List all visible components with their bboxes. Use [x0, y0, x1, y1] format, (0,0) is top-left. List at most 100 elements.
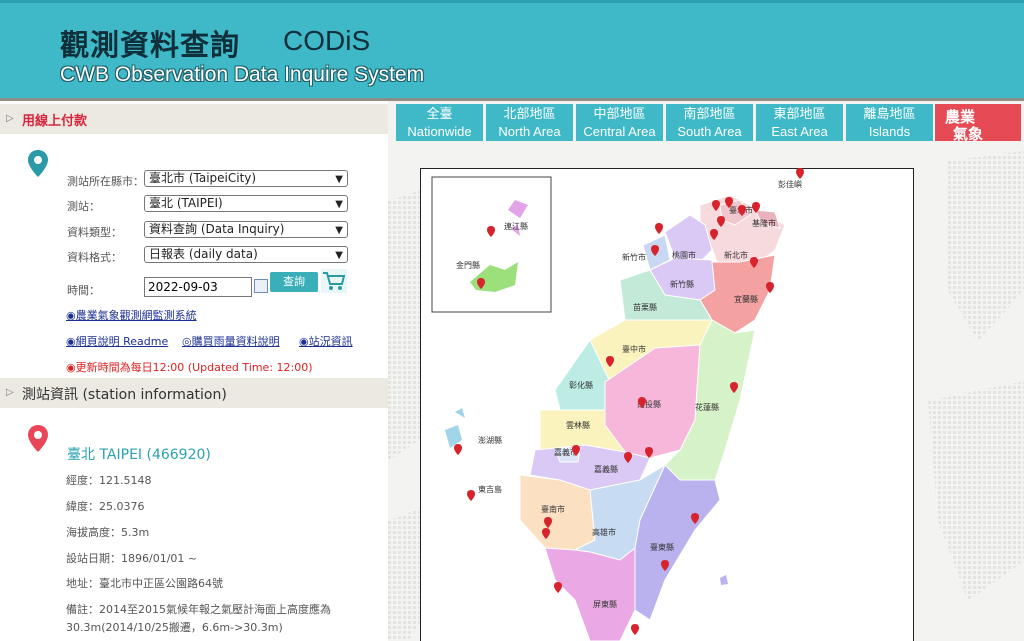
data-type-select[interactable]: 資料查詢 (Data Inquiry) ▼ — [144, 221, 348, 238]
label-kinmen: 金門縣 — [456, 260, 480, 270]
location-pin-icon — [28, 425, 48, 452]
station-marker[interactable] — [796, 168, 804, 179]
readme-link[interactable]: ◉網頁說明 Readme — [66, 333, 168, 349]
station-remark-1: 備註：2014至2015氣候年報之氣壓計海面上高度應為 — [66, 603, 331, 616]
tab-central-en: Central Area — [583, 124, 656, 139]
tab-islands-en: Islands — [868, 124, 911, 139]
label-changhua: 彰化縣 — [569, 380, 593, 390]
tab-east-area[interactable]: 東部地區 East Area — [756, 104, 843, 141]
title-codis: CODiS — [283, 25, 371, 56]
station-marker[interactable] — [487, 226, 495, 237]
section-header-station-info[interactable]: ▷ 測站資訊 (station information) — [0, 378, 388, 408]
station-select-value: 臺北 (TAIPEI) — [149, 196, 223, 210]
section-header-payment[interactable]: ▷ 用線上付款 — [0, 104, 388, 134]
time-label: 時間： — [67, 284, 100, 297]
data-type-label: 資料類型： — [67, 226, 122, 239]
chevron-down-icon: ▼ — [335, 199, 343, 210]
tab-south-en: South Area — [677, 124, 742, 139]
label-yilan: 宜蘭縣 — [734, 294, 758, 304]
label-yunlin: 雲林縣 — [566, 420, 590, 430]
tab-islands[interactable]: 離島地區 Islands — [846, 104, 933, 141]
label-kaohsiung: 高雄市 — [592, 527, 616, 537]
label-new-taipei: 新北市 — [724, 250, 748, 260]
agri-label-2: 氣象 — [953, 125, 984, 143]
label-penghu: 澎湖縣 — [478, 435, 502, 445]
tab-central-area[interactable]: 中部地區 Central Area — [576, 104, 663, 141]
triangle-right-icon: ▷ — [6, 387, 14, 398]
station-marker[interactable] — [631, 624, 639, 635]
title-english: CWB Observation Data Inquire System — [60, 63, 425, 86]
chevron-down-icon: ▼ — [335, 225, 343, 236]
tab-central-zh: 中部地區 — [593, 107, 646, 122]
county-penghu — [445, 408, 465, 448]
taiwan-county-map: 彭佳嶼 基隆市 臺北市 新北市 桃園市 新竹市 新竹縣 宜蘭縣 苗栗縣 臺中市 … — [431, 168, 804, 641]
tab-nationwide-en: Nationwide — [407, 124, 472, 139]
county-pingtung — [544, 546, 636, 641]
county-select[interactable]: 臺北市 (TaipeiCity) ▼ — [144, 170, 348, 187]
tab-east-zh: 東部地區 — [773, 107, 826, 122]
chevron-down-icon: ▼ — [335, 250, 343, 261]
chevron-down-icon: ▼ — [335, 174, 343, 185]
county-label: 測站所在縣市： — [67, 175, 144, 188]
tab-south-area[interactable]: 南部地區 South Area — [666, 104, 753, 141]
shopping-cart-icon[interactable] — [321, 269, 347, 293]
rainfall-purchase-link[interactable]: ◎購買雨量資料說明 — [182, 333, 280, 349]
label-taoyuan: 桃園市 — [672, 250, 696, 260]
station-established: 設站日期：1896/01/01 ~ — [66, 552, 198, 565]
section-title-station-info: 測站資訊 (station information) — [22, 387, 227, 403]
label-taichung: 臺中市 — [622, 344, 646, 354]
label-miaoli: 苗栗縣 — [633, 302, 657, 312]
label-keelung: 基隆市 — [752, 218, 776, 228]
label-pingtung: 屏東縣 — [593, 599, 617, 609]
tab-north-area[interactable]: 北部地區 North Area — [486, 104, 573, 141]
label-lienchiang: 連江縣 — [504, 221, 528, 231]
station-altitude: 海拔高度：5.3m — [66, 526, 150, 539]
label-hsinchu-county: 新竹縣 — [670, 279, 694, 289]
tab-nationwide-zh: 全臺 — [426, 107, 453, 122]
tab-north-zh: 北部地區 — [503, 107, 556, 122]
station-label: 測站： — [67, 200, 100, 213]
station-remark-2: 30.3m(2014/10/25搬遷，6.6m->30.3m) — [66, 621, 283, 634]
label-hsinchu-city: 新竹市 — [622, 252, 646, 262]
label-hualien: 花蓮縣 — [695, 402, 719, 412]
label-taitung: 臺東縣 — [650, 542, 674, 552]
page-header: 觀測資料查詢 CODiS CWB Observation Data Inquir… — [0, 0, 1024, 101]
station-status-link[interactable]: ◉站況資訊 — [299, 333, 353, 349]
station-select[interactable]: 臺北 (TAIPEI) ▼ — [144, 195, 348, 212]
title-chinese: 觀測資料查詢 — [60, 28, 241, 62]
data-type-select-value: 資料查詢 (Data Inquiry) — [149, 222, 285, 236]
county-select-value: 臺北市 (TaipeiCity) — [149, 171, 257, 185]
tab-islands-zh: 離島地區 — [863, 107, 916, 122]
tab-north-en: North Area — [498, 124, 561, 139]
tab-east-en: East Area — [771, 124, 828, 139]
left-panel: ▷ 用線上付款 測站所在縣市： 臺北市 (TaipeiCity) ▼ 測站： 臺… — [0, 101, 388, 641]
agri-network-link[interactable]: ◉農業氣象觀測網監測系統 — [66, 307, 197, 323]
query-button[interactable]: 查詢 — [270, 272, 318, 292]
label-dongji: 東吉島 — [478, 484, 502, 494]
station-marker[interactable] — [655, 223, 663, 234]
tab-south-zh: 南部地區 — [683, 107, 736, 122]
label-chiayi-county: 嘉義縣 — [594, 464, 618, 474]
station-longitude: 經度：121.5148 — [66, 474, 152, 487]
section-title-payment: 用線上付款 — [22, 114, 88, 129]
station-address: 地址：臺北市中正區公園路64號 — [66, 577, 223, 590]
data-format-label: 資料格式： — [67, 251, 122, 264]
date-input[interactable]: 2022-09-03 — [144, 277, 252, 297]
island-lanyu — [720, 575, 728, 585]
data-format-select-value: 日報表 (daily data) — [149, 247, 258, 261]
update-time-note: ◉更新時間為每日12:00 (Updated Time: 12:00) — [66, 361, 313, 374]
calendar-icon[interactable] — [254, 279, 268, 293]
station-marker[interactable] — [554, 582, 562, 593]
location-pin-icon — [28, 150, 48, 177]
station-latitude: 緯度：25.0376 — [66, 500, 145, 513]
triangle-right-icon: ▷ — [6, 113, 14, 124]
station-marker[interactable] — [454, 444, 462, 455]
label-pengjiayu: 彭佳嶼 — [778, 179, 802, 189]
tab-nationwide[interactable]: 全臺 Nationwide — [396, 104, 483, 141]
islands-inset-frame — [431, 176, 552, 313]
station-marker[interactable] — [467, 490, 475, 501]
label-tainan: 臺南市 — [541, 504, 565, 514]
agri-weather-button[interactable]: 農業 氣象 — [935, 104, 1021, 143]
station-name: 臺北 TAIPEI (466920) — [67, 447, 211, 463]
data-format-select[interactable]: 日報表 (daily data) ▼ — [144, 246, 348, 263]
